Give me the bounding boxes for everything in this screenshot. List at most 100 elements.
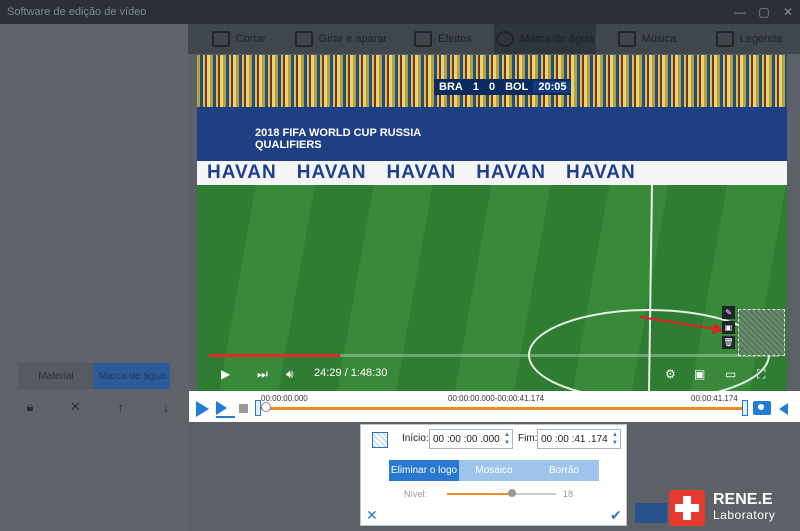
trash-icon[interactable]: 🗑︎ (722, 336, 735, 349)
title-bar: Software de edição de vídeo — ▢ ✕ (0, 0, 800, 24)
watermark-box-tools: ✎ ▣ 🗑︎ (722, 306, 735, 349)
tab-musica[interactable]: Música (596, 24, 698, 54)
tab-label: Efeitos (438, 33, 472, 45)
start-label: Início: (402, 433, 429, 444)
editor-tabs: Cortar Girar e aparar Efeitos Marca de á… (188, 24, 800, 54)
advertising-boards: HAVAN HAVAN HAVAN HAVAN HAVAN (197, 161, 787, 185)
player-progress-fill (209, 354, 341, 357)
mosaic-icon[interactable] (372, 432, 388, 448)
end-time-value: 00 :00 :41 .174 (541, 433, 608, 445)
film-reel-icon (496, 31, 515, 47)
level-slider-fill (447, 493, 513, 495)
ad-text: HAVAN (207, 162, 277, 183)
left-panel-tools: 🔒︎ ✕ ↑ ↓ (18, 396, 178, 418)
home-score: 1 (472, 81, 479, 93)
video-preview[interactable]: 2018 FIFA WORLD CUP RUSSIA QUALIFIERS HA… (197, 55, 787, 391)
pitch-lines (528, 185, 770, 391)
match-clock: 20:05 (533, 81, 572, 93)
timeline: 00:00:00.000 00:00:00.000-00:00:41.174 0… (189, 391, 800, 422)
ad-text: HAVAN (296, 162, 367, 183)
tab-material[interactable]: Material (18, 363, 94, 389)
logo-line2: Laboratory (713, 507, 776, 522)
tab-watermark-list[interactable]: Marca de água (94, 363, 170, 389)
spinner-icon[interactable]: ▲ ▼ (503, 431, 511, 447)
level-value: 18 (563, 489, 574, 499)
player-theater-icon[interactable]: ▭ (725, 367, 736, 381)
left-panel-background (0, 24, 188, 531)
tab-label: Girar e aparar (318, 33, 388, 45)
tab-label: Marca de água (520, 33, 594, 45)
level-label: Nível: (404, 489, 428, 499)
mode-blur[interactable]: Borrão (529, 460, 599, 481)
delete-icon[interactable]: ✕ (63, 399, 87, 415)
ad-text: HAVAN (386, 162, 457, 183)
subtitle-icon (715, 31, 734, 47)
logo-line1: RENE.E (713, 490, 773, 508)
player-next-icon[interactable]: ⏭ (257, 367, 268, 382)
crop-icon (294, 31, 313, 47)
mode-remove-logo[interactable]: Eliminar o logo (389, 460, 459, 481)
timeline-range: 00:00:00.000-00:00:41.174 (448, 394, 545, 403)
tab-marca-de-agua[interactable]: Marca de água (494, 24, 596, 54)
left-panel-tabs: Material Marca de água (18, 363, 170, 389)
end-label: Fim: (518, 433, 538, 444)
logo-cross-icon (669, 489, 705, 526)
play-selection-icon[interactable] (216, 401, 235, 418)
player-fullscreen-icon[interactable]: ⛶ (757, 367, 765, 382)
effects-icon (414, 31, 433, 47)
cancel-icon[interactable]: ✕ (366, 507, 378, 524)
tab-efeitos[interactable]: Efeitos (392, 24, 494, 54)
start-time-field[interactable]: 00 :00 :00 .000 ▲ ▼ (429, 429, 513, 449)
volume-icon[interactable] (779, 403, 788, 415)
watermark-selection-box[interactable] (738, 309, 785, 356)
tab-girar-e-aparar[interactable]: Girar e aparar (290, 24, 392, 54)
confirm-icon[interactable]: ✔ (610, 507, 622, 524)
start-time-value: 00 :00 :00 .000 (433, 433, 500, 445)
move-down-icon[interactable]: ↓ (154, 400, 178, 415)
timeline-playhead[interactable] (261, 402, 271, 412)
mode-mosaic[interactable]: Mosaico (459, 460, 529, 481)
banner-text: 2018 FIFA WORLD CUP RUSSIA QUALIFIERS (255, 127, 422, 151)
tab-legenda[interactable]: Legenda (698, 24, 800, 54)
move-up-icon[interactable]: ↑ (109, 400, 133, 415)
spinner-icon[interactable]: ▲ ▼ (611, 431, 619, 447)
timeline-track[interactable] (261, 407, 744, 410)
player-play-icon[interactable]: ▶ (221, 367, 230, 381)
player-progress[interactable] (209, 354, 779, 357)
timeline-start-handle[interactable] (255, 400, 261, 416)
ad-text: HAVAN (476, 162, 546, 183)
pitch (197, 185, 787, 391)
ad-text: HAVAN (566, 162, 636, 183)
away-score: 0 (488, 81, 496, 93)
lock-icon[interactable]: 🔒︎ (18, 399, 42, 415)
removal-mode-group: Eliminar o logo Mosaico Borrão (389, 460, 599, 481)
window-title: Software de edição de vídeo (7, 6, 147, 18)
level-slider[interactable] (447, 489, 556, 497)
player-volume-icon[interactable]: 🔊︎ (286, 367, 294, 382)
tab-cortar[interactable]: Cortar (188, 24, 290, 54)
home-team: BRA (439, 81, 463, 93)
play-icon[interactable] (196, 401, 209, 417)
player-time: 24:29 / 1:48:30 (314, 367, 388, 379)
watermark-icon[interactable]: ▣ (722, 321, 735, 334)
pencil-icon[interactable]: ✎ (722, 306, 735, 319)
tab-label: Cortar (235, 33, 267, 45)
camera-icon[interactable] (753, 401, 771, 415)
player-miniplayer-icon[interactable]: ▣ (694, 367, 705, 381)
end-time-field[interactable]: 00 :00 :41 .174 ▲ ▼ (537, 429, 621, 449)
watermark-edit-panel: Início: 00 :00 :00 .000 ▲ ▼ Fim: 00 :00 :… (360, 424, 627, 526)
bottom-button[interactable] (635, 503, 667, 523)
minimize-icon[interactable]: — (728, 0, 752, 24)
tab-label: Música (641, 33, 677, 45)
close-icon[interactable]: ✕ (776, 0, 800, 24)
scoreboard: BRA 1 0 BOL 20:05 (434, 79, 572, 95)
tab-label: Legenda (739, 33, 783, 45)
timeline-end: 00:00:41.174 (691, 394, 738, 403)
away-team: BOL (505, 81, 529, 93)
music-note-icon (617, 31, 636, 47)
timeline-end-handle[interactable] (742, 400, 748, 416)
player-settings-icon[interactable]: ⚙ (665, 367, 676, 381)
stop-icon[interactable] (239, 404, 248, 413)
level-slider-knob[interactable] (508, 489, 517, 497)
maximize-icon[interactable]: ▢ (752, 0, 776, 24)
